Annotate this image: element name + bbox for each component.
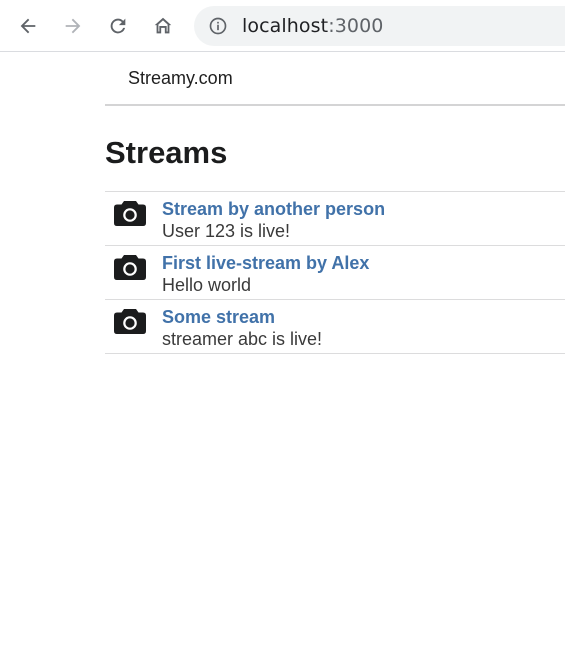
stream-content: Some stream streamer abc is live! [162,306,322,350]
reload-icon [110,18,126,34]
app-header: Streamy.com [105,52,565,106]
camera-icon [114,309,146,334]
stream-list-item: Stream by another person User 123 is liv… [105,192,565,246]
stream-list: Stream by another person User 123 is liv… [105,191,565,354]
stream-description: streamer abc is live! [162,329,323,349]
back-arrow-icon [20,18,36,34]
url-text[interactable]: localhost:3000 [242,15,383,37]
home-button[interactable] [147,10,179,42]
stream-description: Hello world [162,275,252,295]
info-icon[interactable] [208,16,228,36]
home-icon [154,17,172,34]
url-port: :3000 [328,15,384,37]
browser-toolbar: localhost:3000 [0,0,565,52]
reload-button[interactable] [102,10,134,42]
stream-list-item: Some stream streamer abc is live! [105,300,565,354]
stream-title-link[interactable]: First live-stream by Alex [162,252,369,274]
stream-title-link[interactable]: Stream by another person [162,198,385,220]
stream-content: Stream by another person User 123 is liv… [162,198,385,242]
page-title: Streams [105,135,228,170]
stream-description: User 123 is live! [162,221,291,241]
forward-arrow-icon [65,18,81,34]
stream-title-link[interactable]: Some stream [162,306,322,328]
stream-list-item: First live-stream by Alex Hello world [105,246,565,300]
camera-icon [114,255,146,280]
back-button[interactable] [12,10,44,42]
camera-icon [114,201,146,226]
app-container: Streamy.com Streams Stream by another pe… [105,52,565,354]
address-bar[interactable]: localhost:3000 [194,6,565,46]
url-host: localhost [242,15,329,37]
brand-link[interactable]: Streamy.com [128,68,233,89]
stream-content: First live-stream by Alex Hello world [162,252,369,296]
forward-button[interactable] [57,10,89,42]
